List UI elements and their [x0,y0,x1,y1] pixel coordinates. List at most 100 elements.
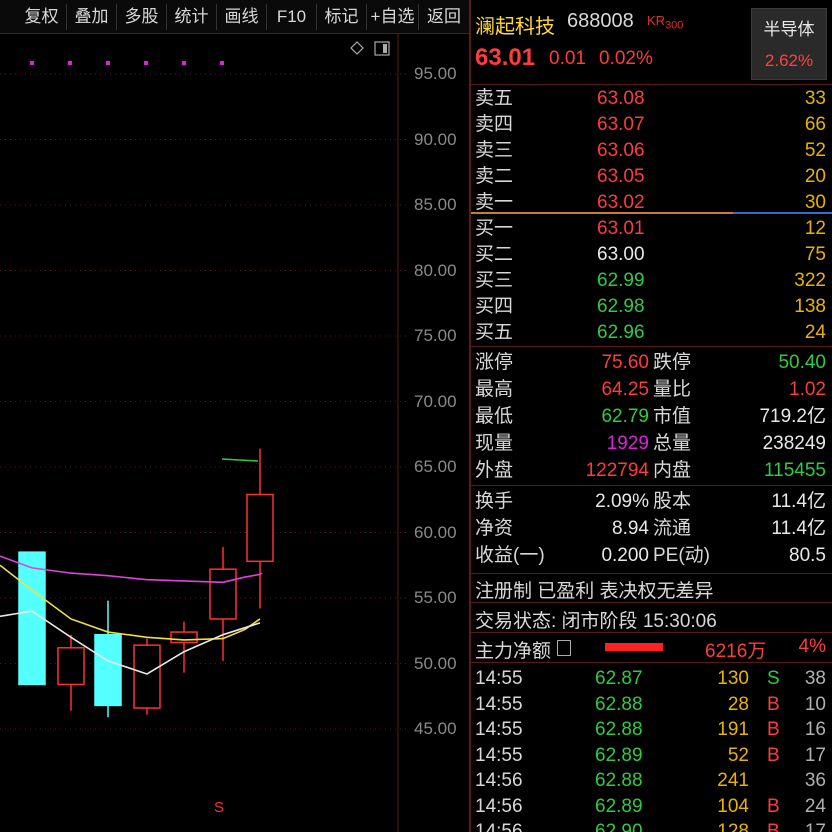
price-mark-line [221,458,259,462]
stat-value: 11.4亿 [771,491,826,512]
stat-value: 8.94 [612,518,649,539]
stat-label: 净资 [475,518,514,539]
tick-count: 38 [804,668,826,689]
tick-time: 14:56 [475,795,523,817]
stat-value: 50.40 [778,352,826,373]
tick-side: S [767,668,780,689]
tick-price: 62.89 [595,795,643,817]
bid-row[interactable]: 买五 62.96 24 [471,320,832,346]
ask-row[interactable]: 卖四 63.07 66 [471,112,832,138]
stat-value: 115455 [764,460,826,481]
ask-price: 63.06 [597,140,645,161]
stock-name[interactable]: 澜起科技 [475,10,555,39]
quote-panel: 澜起科技 688008 KR300 半导体 2.62% 63.01 0.01 0… [471,0,832,832]
marker-dot [106,61,110,65]
tick-row: 14:55 62.88 28 B 10 [471,692,832,718]
tick-count: 10 [804,693,826,715]
tick-count: 16 [804,719,826,740]
kr-badge-sub: 300 [665,19,684,32]
sector-name: 半导体 [763,20,815,39]
sector-box[interactable]: 半导体 2.62% [751,8,827,80]
stat-value: 2.09% [595,491,649,512]
stat-label: 市值 [653,406,692,427]
stat-label: 内盘 [653,460,692,481]
stat-row: 最高 64.25 量比 1.02 [471,376,832,403]
tick-volume: 130 [717,668,749,689]
bid-price: 63.01 [597,218,645,239]
price-tick-label: 45.00 [414,719,457,738]
bid-label: 买五 [475,322,514,343]
toolbar-button-f10[interactable]: F10 [267,4,317,30]
price-tick-label: 60.00 [414,522,457,542]
stat-label: 流通 [653,518,692,539]
candlestick-chart[interactable]: S 95.00 90.00 85.00 80.00 75.00 70.00 65.00 60.… [0,34,470,832]
sector-pct: 2.62% [764,51,814,70]
bid-volume: 75 [804,244,826,265]
tick-time: 14:55 [475,668,523,689]
price-tick-label: 55.00 [414,588,457,607]
tick-volume: 191 [717,719,749,740]
candle-body [170,631,198,644]
main-flow-pct: 4% [798,636,826,657]
toolbar-button-zixuan[interactable]: +自选 [367,4,419,30]
bid-row[interactable]: 买三 62.99 322 [471,268,832,294]
divider [471,84,832,85]
stat-label: 股本 [653,491,692,512]
tick-side: B [767,795,780,817]
toolbar-button-diejia[interactable]: 叠加 [67,4,117,30]
stat-label: 最低 [475,406,514,427]
bid-price: 63.00 [597,244,645,265]
tick-row: 14:56 62.90 128 B 17 [471,819,832,832]
price-tick-label: 90.00 [414,129,457,149]
price-tick-label: 95.00 [414,64,457,83]
stat-row: 现量 1929 总量 238249 [471,430,832,457]
chart-toolbar: 复权 叠加 多股 统计 画线 F10 标记 +自选 返回 [0,0,470,34]
main-flow-value: 6216万 [705,641,767,662]
tick-time: 14:55 [475,693,523,715]
tick-time: 14:55 [475,719,523,740]
divider [471,485,832,486]
table-icon[interactable] [557,640,571,656]
tick-row: 14:56 62.89 104 B 24 [471,794,832,820]
tick-count: 17 [804,744,826,766]
toolbar-button-fanhui[interactable]: 返回 [419,4,469,30]
bid-row[interactable]: 买二 63.00 75 [471,242,832,268]
tick-price: 62.88 [595,693,643,715]
tick-side: B [767,821,780,832]
ask-volume: 52 [804,140,826,161]
candle-body [18,551,46,686]
bid-row[interactable]: 买一 63.01 12 [471,216,832,242]
ask-row[interactable]: 卖五 63.08 33 [471,86,832,112]
ask-row[interactable]: 卖三 63.06 52 [471,138,832,164]
ask-row[interactable]: 卖二 63.05 20 [471,164,832,190]
divider [471,662,832,663]
bid-price: 62.96 [597,322,645,343]
stat-value: 75.60 [601,352,649,373]
tick-side: B [767,744,780,766]
kr-badge: KR300 [647,13,683,32]
tick-row: 14:55 62.88 191 B 16 [471,717,832,743]
stat-row: 收益(一) 0.200 PE(动) 80.5 [471,542,832,569]
bid-ask-separator [471,212,733,214]
panel-toggle-icon-fill [383,44,387,53]
stat-value: 0.200 [601,545,649,566]
ask-volume: 33 [804,88,826,109]
tick-time: 14:56 [475,821,523,832]
toolbar-button-fuquan[interactable]: 复权 [17,4,67,30]
kr-badge-label: KR [647,13,666,28]
tick-side: B [767,693,780,715]
toolbar-button-huaxian[interactable]: 画线 [217,4,267,30]
price-tick-label: 85.00 [414,195,457,214]
bid-label: 买二 [475,244,514,265]
stat-label: PE(动) [653,545,711,566]
divider [471,602,832,603]
toolbar-button-biaoji[interactable]: 标记 [317,4,367,30]
stat-label: 外盘 [475,460,514,481]
ask-label: 卖五 [475,88,514,109]
toolbar-button-duogu[interactable]: 多股 [117,4,167,30]
stat-row: 换手 2.09% 股本 11.4亿 [471,488,832,515]
bid-row[interactable]: 买四 62.98 138 [471,294,832,320]
price-tick-label: 80.00 [414,260,457,280]
toolbar-button-tongji[interactable]: 统计 [167,4,217,30]
last-price: 63.01 [475,44,536,71]
